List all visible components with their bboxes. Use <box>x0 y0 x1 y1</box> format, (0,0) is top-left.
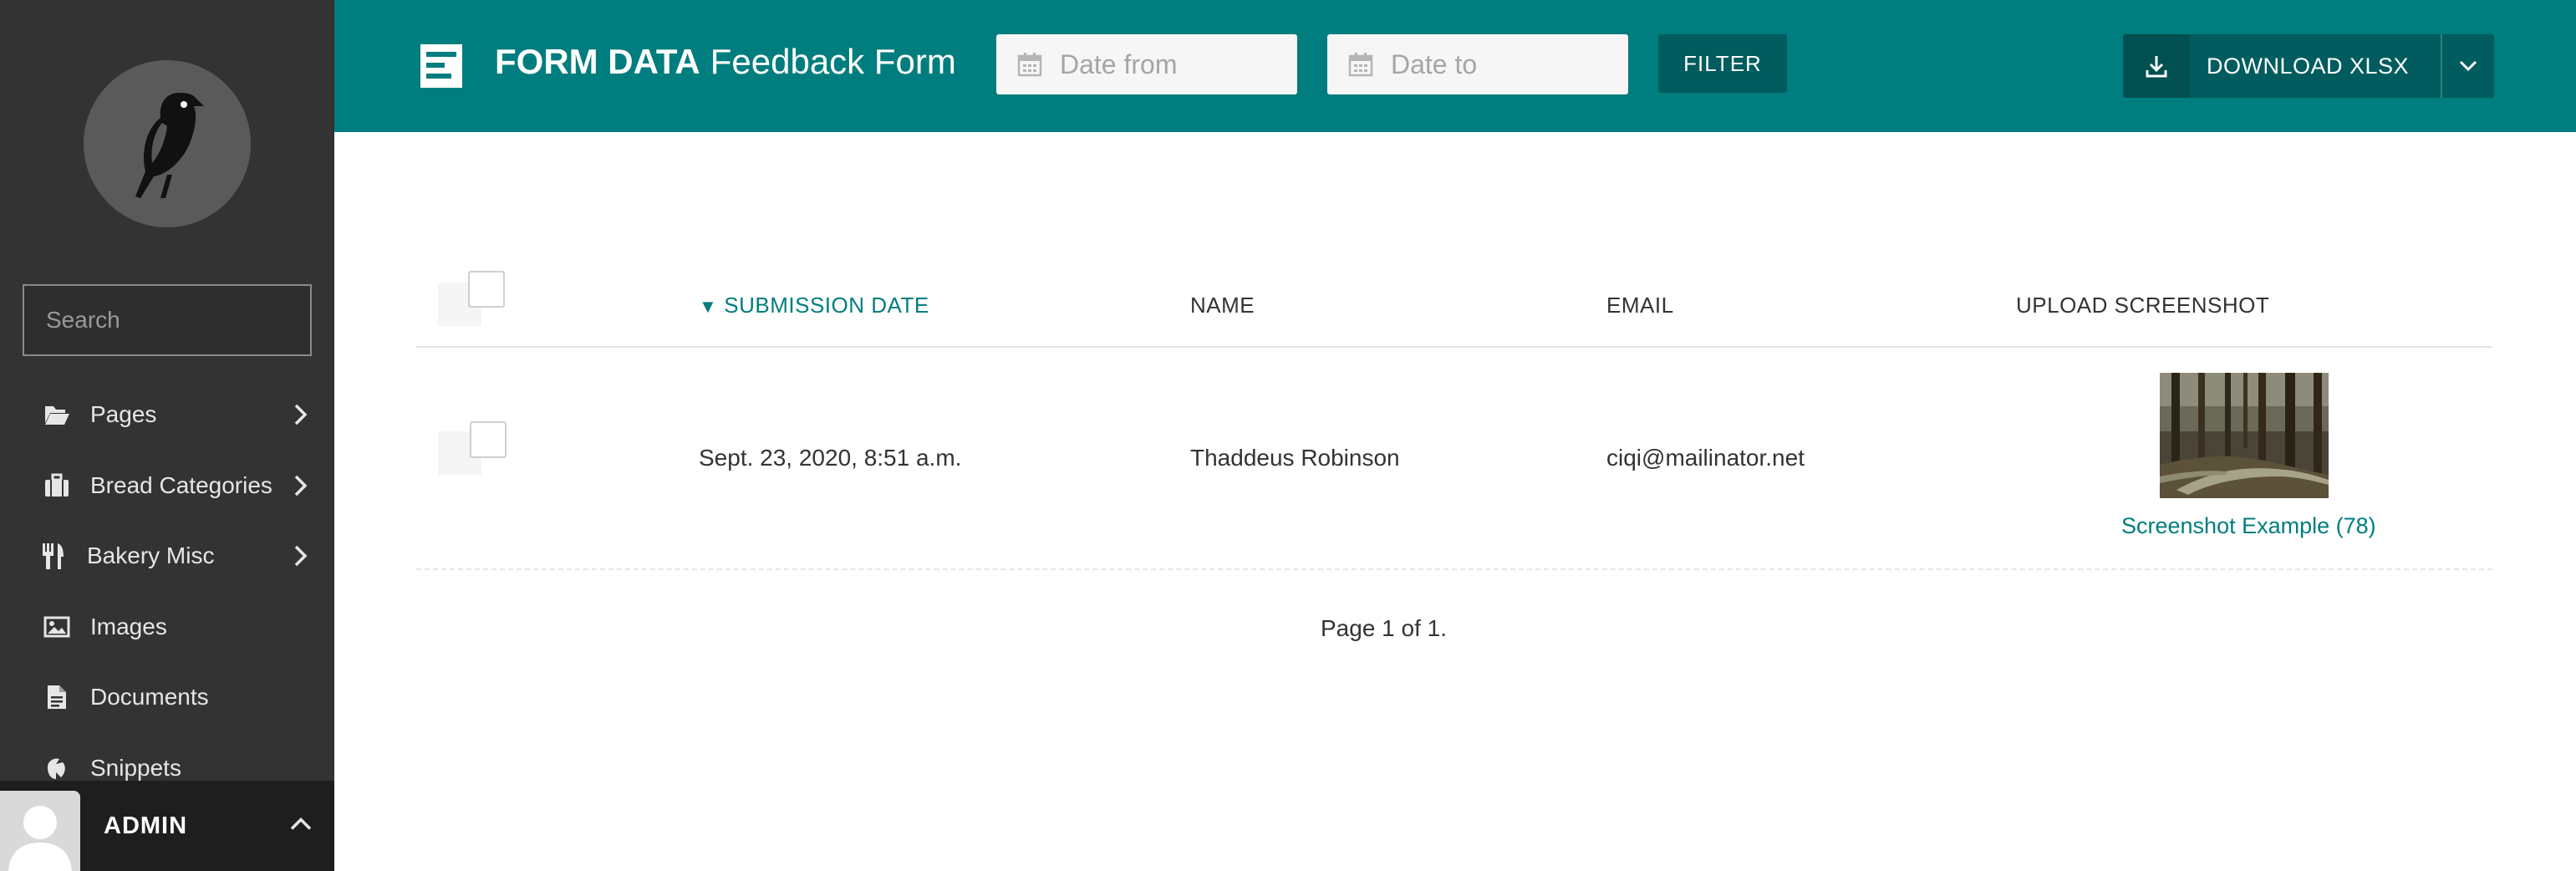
sidebar-item-bread-categories[interactable]: Bread Categories <box>0 451 334 522</box>
download-xlsx-button[interactable]: DOWNLOAD XLSX <box>2123 34 2494 98</box>
chevron-right-icon <box>289 544 313 568</box>
account-menu[interactable]: ADMIN <box>0 781 334 871</box>
wagtail-logo[interactable] <box>84 60 251 227</box>
page-title-strong: FORM DATA <box>495 42 700 81</box>
column-submission-date-label: SUBMISSION DATE <box>724 293 929 318</box>
chevron-right-icon <box>289 403 313 426</box>
pagination-text: Page 1 of 1. <box>1321 615 1448 641</box>
cell-submission-date: Sept. 23, 2020, 8:51 a.m. <box>699 445 962 471</box>
sidebar-menu: Pages Bread Categories Bakery Misc Image… <box>0 379 334 803</box>
date-to-field <box>1327 34 1744 94</box>
sidebar-item-pages[interactable]: Pages <box>0 379 334 451</box>
row-select-wrap <box>438 421 507 475</box>
sidebar-item-label: Pages <box>90 401 157 428</box>
sidebar: Pages Bread Categories <box>0 0 334 871</box>
avatar <box>0 791 80 871</box>
account-name: ADMIN <box>104 812 188 839</box>
download-icon <box>2123 34 2190 98</box>
download-options-toggle[interactable] <box>2441 34 2494 98</box>
column-submission-date[interactable]: ▼ SUBMISSION DATE <box>699 293 929 318</box>
row-select-checkbox[interactable] <box>470 421 507 458</box>
submissions-table: ▼ SUBMISSION DATE NAME EMAIL UPLOAD SCREE… <box>416 251 2492 570</box>
utensils-icon <box>38 541 69 571</box>
chevron-right-icon <box>289 474 313 497</box>
select-all-checkbox[interactable] <box>468 271 505 308</box>
suitcase-icon <box>42 471 72 501</box>
form-icon <box>420 43 463 89</box>
table-header: ▼ SUBMISSION DATE NAME EMAIL UPLOAD SCREE… <box>416 251 2492 348</box>
sidebar-item-documents[interactable]: Documents <box>0 662 334 733</box>
screenshot-link[interactable]: Screenshot Example (78) <box>2121 513 2376 539</box>
chevron-up-icon <box>289 817 313 836</box>
column-upload-screenshot: UPLOAD SCREENSHOT <box>2016 293 2270 318</box>
sort-desc-icon: ▼ <box>699 296 718 317</box>
calendar-icon <box>1016 49 1043 79</box>
column-name: NAME <box>1190 293 1255 318</box>
column-email: EMAIL <box>1606 293 1674 318</box>
page-header: FORM DATA Feedback Form Date from Date t… <box>334 0 2576 132</box>
page-title: FORM DATA Feedback Form <box>495 42 956 82</box>
bird-logo-icon <box>135 93 204 198</box>
sidebar-item-label: Bakery Misc <box>87 542 215 569</box>
folder-open-icon <box>42 400 72 430</box>
snippet-icon <box>42 753 72 783</box>
sidebar-item-images[interactable]: Images <box>0 592 334 663</box>
document-icon <box>42 682 72 712</box>
cell-email: ciqi@mailinator.net <box>1606 445 1805 471</box>
table-row: Sept. 23, 2020, 8:51 a.m. Thaddeus Robin… <box>416 348 2492 570</box>
chevron-down-icon <box>2459 60 2477 72</box>
screenshot-thumbnail[interactable] <box>2160 373 2329 498</box>
sidebar-item-label: Bread Categories <box>90 471 272 498</box>
page-title-form-name: Feedback Form <box>710 42 956 81</box>
image-icon <box>42 612 72 642</box>
select-all-wrap <box>438 271 505 326</box>
sidebar-item-label: Snippets <box>90 754 181 781</box>
calendar-icon <box>1347 49 1374 79</box>
sidebar-item-bakery-misc[interactable]: Bakery Misc <box>0 521 334 592</box>
sidebar-item-label: Documents <box>90 684 209 711</box>
search-input[interactable] <box>24 286 334 354</box>
date-from-field <box>996 34 1413 94</box>
cell-name: Thaddeus Robinson <box>1190 445 1400 471</box>
sidebar-item-label: Images <box>90 613 167 639</box>
sidebar-search <box>23 284 334 356</box>
filter-button[interactable]: FILTER <box>1658 34 1787 93</box>
user-avatar-icon <box>0 791 80 871</box>
download-label: DOWNLOAD XLSX <box>2207 53 2410 79</box>
forest-path-image <box>2160 373 2329 498</box>
